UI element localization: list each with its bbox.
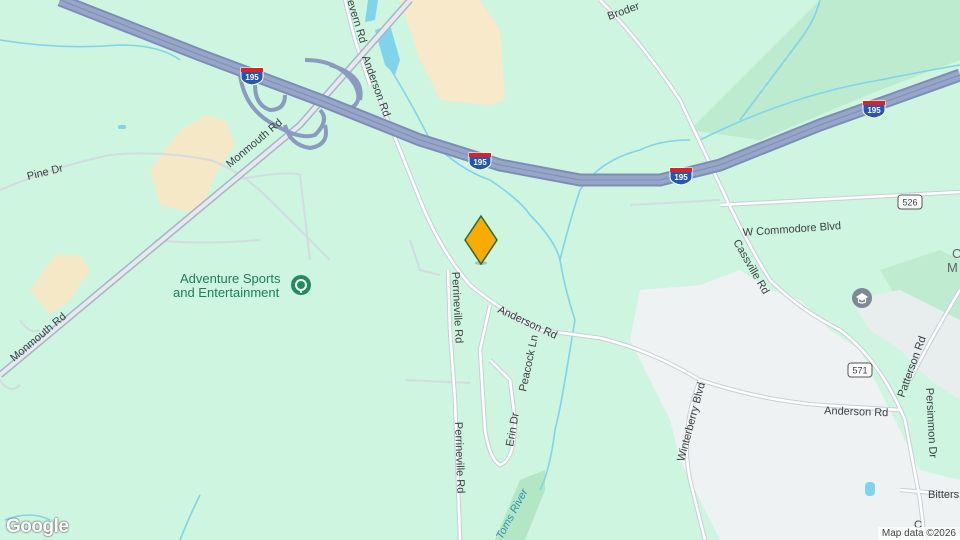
poi-pin-icon	[291, 275, 311, 295]
poi-label-line1: Adventure Sports	[180, 271, 281, 286]
pond-3	[865, 482, 875, 496]
interstate-shield-1: 195	[240, 67, 264, 86]
svg-text:195: 195	[473, 158, 487, 167]
pond-4	[118, 125, 126, 129]
school-icon[interactable]	[852, 288, 872, 308]
place-label-partial-m: M	[947, 260, 958, 275]
interstate-shield-3: 195	[669, 167, 693, 186]
svg-text:195: 195	[674, 173, 688, 182]
map-canvas[interactable]: 195 195 195 195 526 571 Monmouth Rd Monm…	[0, 0, 960, 540]
route-571-shield: 571	[847, 362, 873, 378]
interstate-shield-2: 195	[468, 152, 492, 171]
road-label-bittersweet: Bitters	[928, 489, 960, 501]
road-label-anderson-rd-east: Anderson Rd	[824, 405, 889, 419]
poi-label-line2: and Entertainment	[173, 285, 280, 300]
svg-text:526: 526	[902, 198, 917, 208]
google-logo: Google	[6, 516, 69, 537]
svg-text:195: 195	[245, 73, 259, 82]
interstate-shield-4: 195	[862, 100, 886, 119]
svg-text:571: 571	[852, 366, 867, 376]
map-attribution[interactable]: Map data ©2026	[877, 527, 960, 540]
place-label-partial-c: C	[952, 246, 960, 261]
road-label-perrineville-south: Perrineville Rd	[452, 422, 466, 494]
route-526-shield: 526	[897, 194, 923, 210]
svg-text:195: 195	[867, 106, 881, 115]
